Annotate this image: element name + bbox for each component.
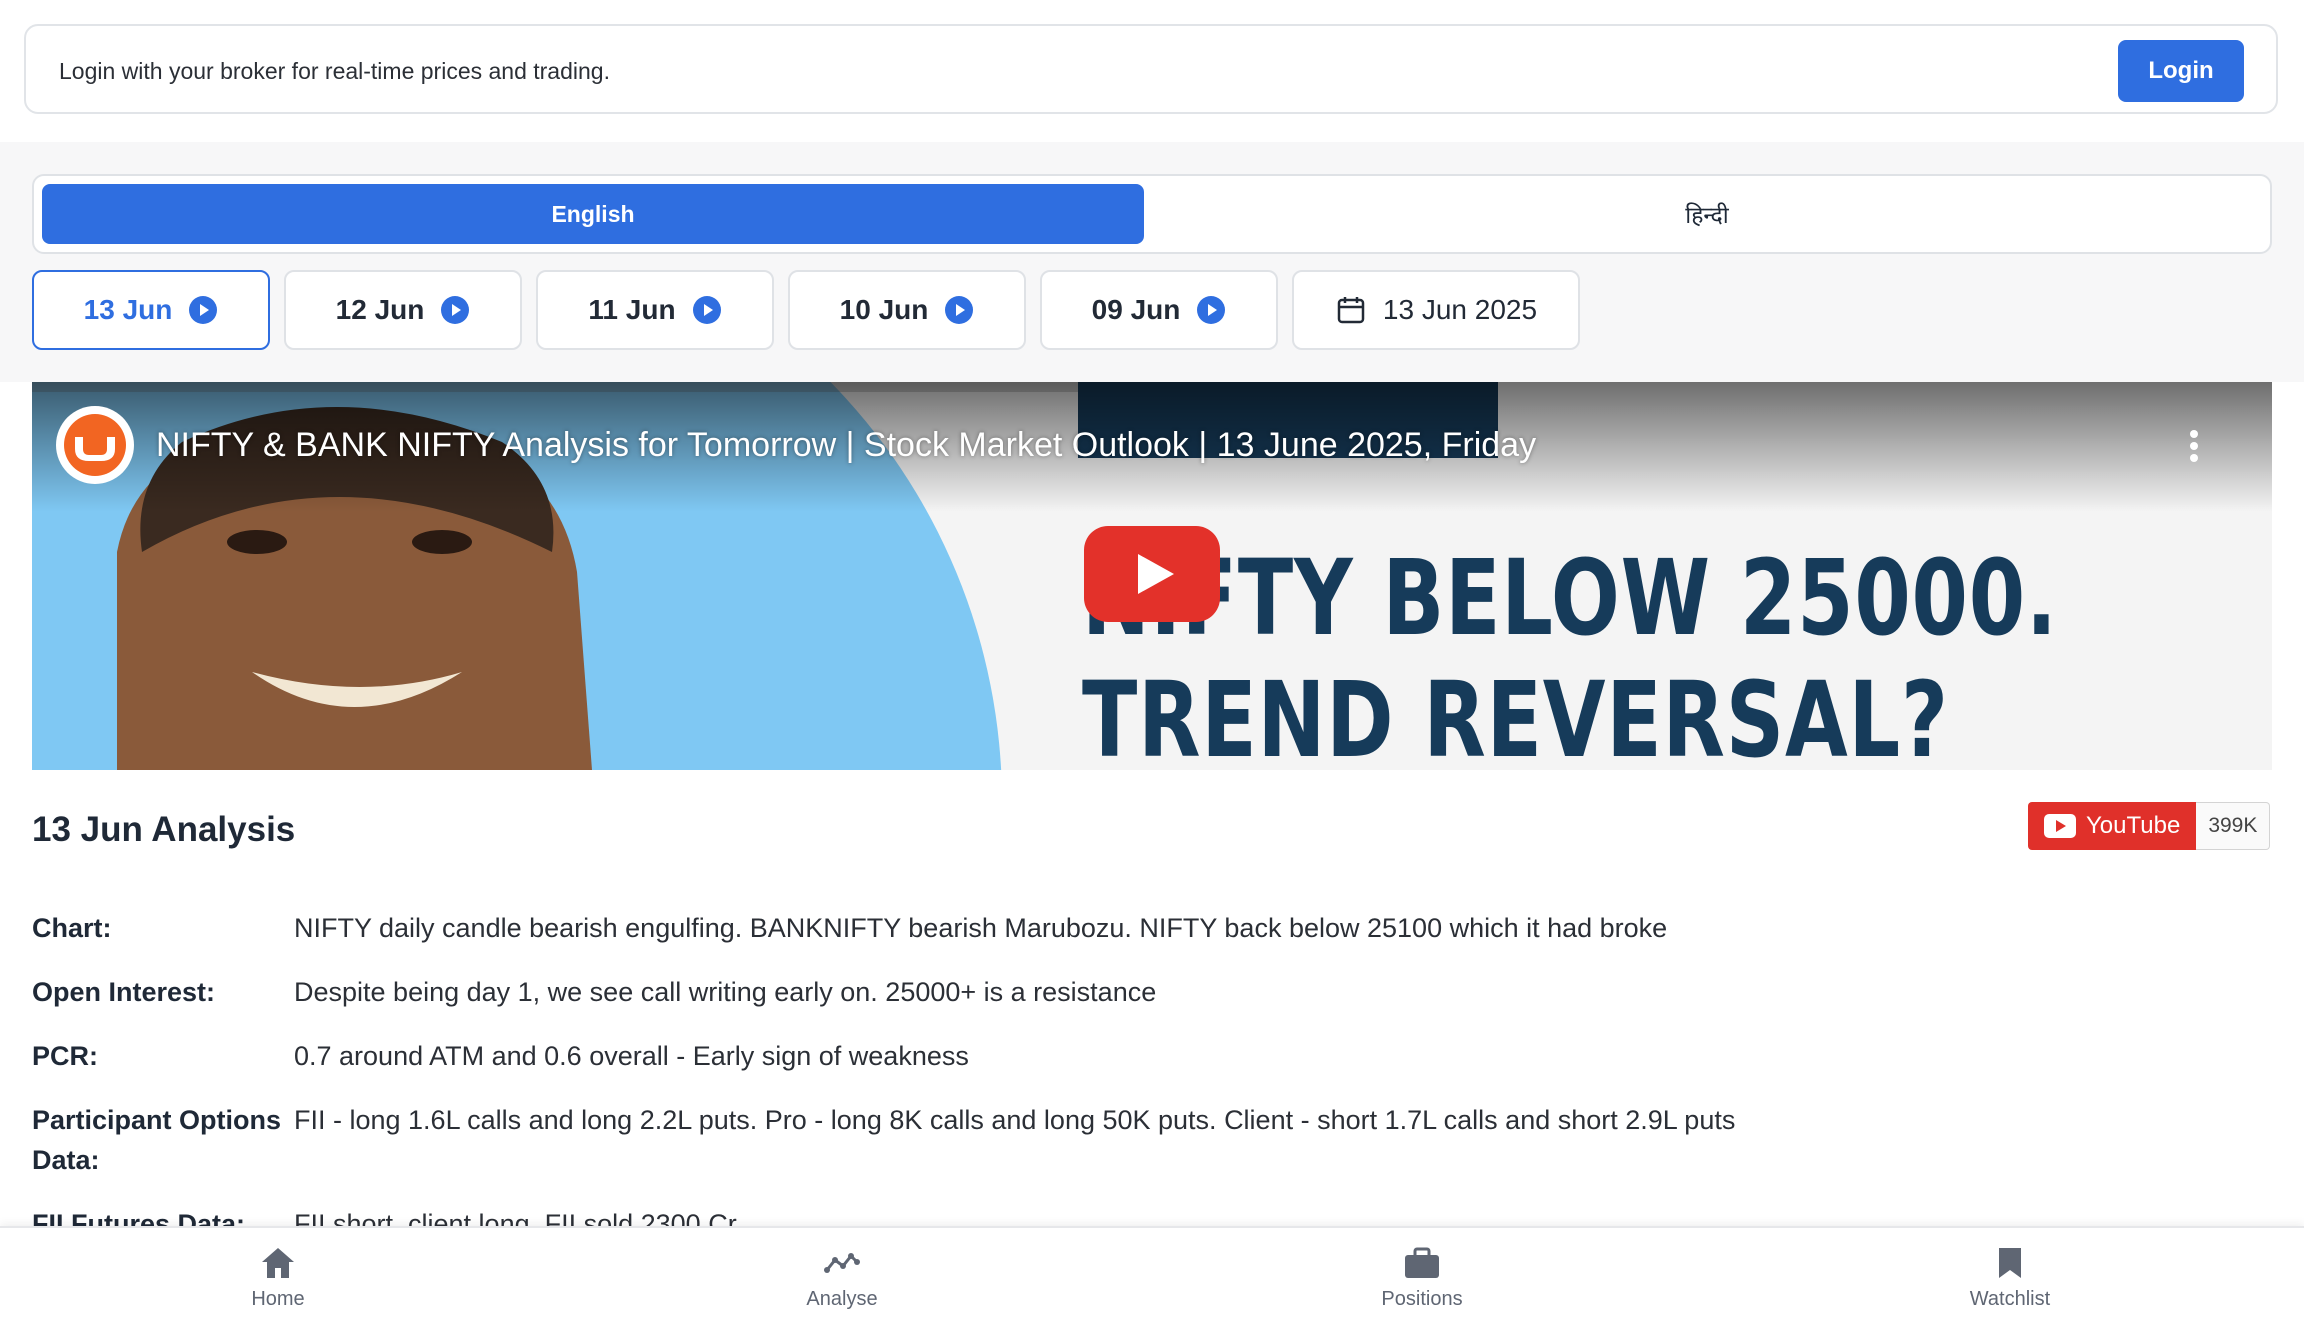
date-picker[interactable]: 13 Jun 2025 <box>1292 270 1580 350</box>
banner-message: Login with your broker for real-time pri… <box>59 58 610 84</box>
date-chip-label: 09 Jun <box>1091 294 1181 325</box>
date-picker-value: 13 Jun 2025 <box>1382 294 1538 325</box>
login-button[interactable]: Login <box>2118 40 2244 102</box>
play-circle-icon <box>945 296 974 324</box>
nav-home[interactable]: Home <box>188 1246 368 1311</box>
play-circle-icon <box>441 296 470 324</box>
date-chip-label: 13 Jun <box>83 294 173 325</box>
nav-label: Home <box>251 1288 305 1310</box>
row-value: Despite being day 1, we see call writing… <box>294 977 1157 1007</box>
date-chip-label: 12 Jun <box>335 294 425 325</box>
channel-logo-icon <box>64 414 126 476</box>
thumbnail-headline-1: NIFTY BELOW 25000. <box>1082 537 2058 659</box>
play-circle-icon <box>1197 296 1226 324</box>
channel-logo[interactable] <box>56 406 134 484</box>
more-options-icon[interactable] <box>2188 428 2200 464</box>
youtube-play-icon[interactable] <box>1084 526 1220 622</box>
youtube-subscribe-button[interactable]: YouTube <box>2028 802 2197 850</box>
nav-analyse[interactable]: Analyse <box>752 1246 932 1311</box>
video-title[interactable]: NIFTY & BANK NIFTY Analysis for Tomorrow… <box>156 426 1536 465</box>
row-label: Chart: <box>32 913 112 943</box>
subscriber-count: 399K <box>2196 802 2271 850</box>
nav-positions[interactable]: Positions <box>1332 1246 1512 1311</box>
row-value: NIFTY daily candle bearish engulfing. BA… <box>294 913 1668 943</box>
date-chip-label: 10 Jun <box>839 294 929 325</box>
nav-label: Watchlist <box>1969 1288 2051 1310</box>
row-value: 0.7 around ATM and 0.6 overall - Early s… <box>294 1041 969 1071</box>
date-chip-13-jun[interactable]: 13 Jun <box>32 270 270 350</box>
nav-label: Analyse <box>806 1288 878 1310</box>
date-chip-label: 11 Jun <box>588 294 676 325</box>
calendar-icon <box>1337 297 1365 324</box>
row-label: Open Interest: <box>32 977 216 1007</box>
youtube-label: YouTube <box>2086 812 2181 839</box>
language-hindi-button[interactable]: हिन्दी <box>1152 184 2262 244</box>
row-value: FII - long 1.6L calls and long 2.2L puts… <box>294 1105 1736 1135</box>
analysis-title: 13 Jun Analysis <box>32 810 296 849</box>
home-icon <box>262 1248 294 1278</box>
language-toggle: English हिन्दी <box>32 174 2272 254</box>
bookmark-icon <box>1999 1248 2021 1278</box>
date-chip-09-jun[interactable]: 09 Jun <box>1040 270 1278 350</box>
row-label: PCR: <box>32 1041 98 1071</box>
video-player[interactable]: NIFTY BELOW 25000. TREND REVERSAL? NIFTY… <box>32 382 2272 770</box>
youtube-logo-icon <box>2044 814 2076 838</box>
play-circle-icon <box>189 296 218 324</box>
language-english-button[interactable]: English <box>42 184 1144 244</box>
briefcase-icon <box>1405 1247 1439 1278</box>
date-chip-12-jun[interactable]: 12 Jun <box>284 270 522 350</box>
nav-watchlist[interactable]: Watchlist <box>1920 1246 2100 1311</box>
date-chip-11-jun[interactable]: 11 Jun <box>536 270 774 350</box>
analyse-icon <box>824 1253 860 1273</box>
broker-login-banner: Login with your broker for real-time pri… <box>24 24 2278 114</box>
bottom-navigation: Home Analyse Positions Watchlist <box>0 1226 2304 1342</box>
row-label: Participant Options Data: <box>32 1105 282 1175</box>
youtube-subscribe-badge[interactable]: YouTube 399K <box>2028 802 2271 850</box>
thumbnail-headline-2: TREND REVERSAL? <box>1082 659 1949 770</box>
date-chip-10-jun[interactable]: 10 Jun <box>788 270 1026 350</box>
nav-label: Positions <box>1381 1288 1463 1310</box>
play-circle-icon <box>692 296 721 324</box>
